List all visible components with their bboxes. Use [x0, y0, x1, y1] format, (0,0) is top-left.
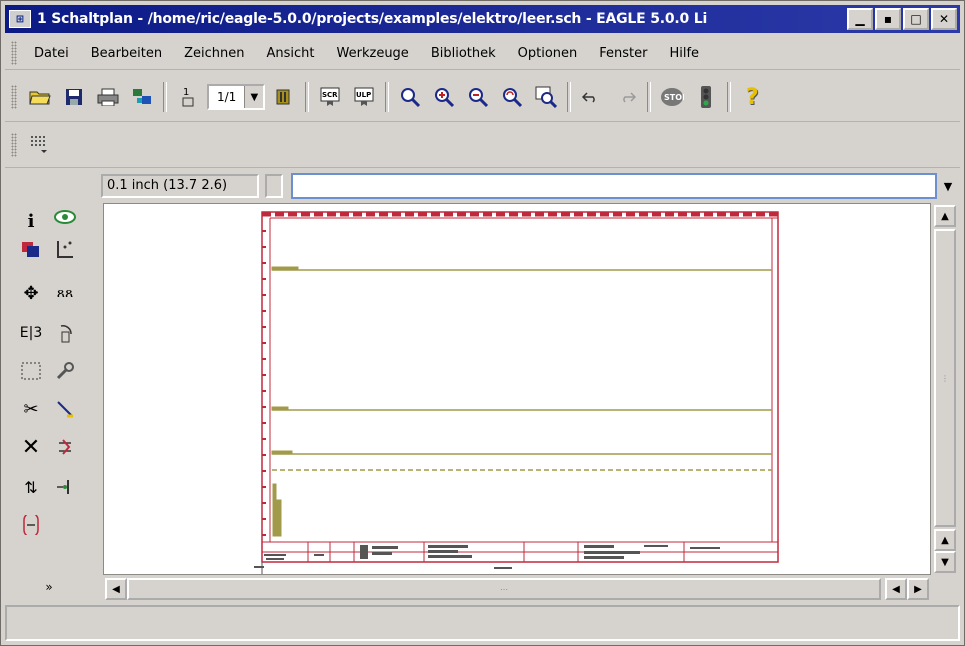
menu-bar: Datei Bearbeiten Zeichnen Ansicht Werkze…	[5, 37, 960, 70]
svg-text:STOP: STOP	[664, 93, 684, 102]
command-history-button[interactable]	[265, 174, 283, 198]
add-icon[interactable]	[51, 433, 79, 461]
window-title: 1 Schaltplan - /home/ric/eagle-5.0.0/pro…	[37, 11, 708, 27]
go-icon[interactable]	[691, 82, 721, 112]
main-toolbar: 1 1/1 ▼ SCR ULP STO ?	[5, 73, 960, 122]
menu-fenster[interactable]: Fenster	[588, 46, 658, 61]
scroll-left-icon[interactable]: ◀	[105, 578, 127, 600]
ulp-icon[interactable]: ULP	[349, 82, 379, 112]
menu-bearbeiten[interactable]: Bearbeiten	[80, 46, 173, 61]
menu-zeichnen[interactable]: Zeichnen	[173, 46, 255, 61]
toolbar-grip[interactable]	[11, 85, 17, 109]
title-block-text	[254, 545, 720, 574]
command-toolbar: i ✥ ጸጸ E|3 ✂ ✕ ⇅ »	[5, 201, 101, 601]
rotate-icon[interactable]	[51, 319, 79, 347]
menu-hilfe[interactable]: Hilfe	[658, 46, 710, 61]
paste-icon[interactable]	[51, 395, 79, 423]
sheet-select-value: 1/1	[217, 90, 237, 104]
group-icon[interactable]	[17, 357, 45, 385]
separator	[567, 82, 572, 112]
zoom-select-icon[interactable]	[531, 82, 561, 112]
toolbar-grip[interactable]	[11, 133, 17, 157]
eagle-window: ⊞ 1 Schaltplan - /home/ric/eagle-5.0.0/p…	[0, 0, 965, 646]
schematic-drawing	[254, 211, 779, 574]
zoom-out-icon[interactable]	[463, 82, 493, 112]
scroll-down-icon[interactable]: ▼	[934, 551, 956, 573]
coordinate-display: 0.1 inch (13.7 2.6)	[101, 174, 259, 198]
command-input[interactable]	[291, 173, 937, 199]
net-lines	[271, 266, 772, 537]
schematic-canvas[interactable]	[103, 203, 931, 575]
scroll-left-icon[interactable]: ◀	[885, 578, 907, 600]
sheet-select[interactable]: 1/1 ▼	[207, 84, 266, 110]
scrollbar-thumb[interactable]: ⋯	[127, 578, 881, 600]
parameter-toolbar	[5, 123, 960, 168]
stop-icon[interactable]: STOP	[657, 82, 687, 112]
restore-button[interactable]: ▪	[875, 8, 901, 30]
toolbar-grip[interactable]	[11, 41, 17, 65]
frame-border	[261, 211, 779, 563]
sheet-icon[interactable]: 1	[173, 82, 203, 112]
separator	[385, 82, 390, 112]
mark-icon[interactable]	[51, 235, 79, 263]
zoom-fit-icon[interactable]	[395, 82, 425, 112]
horizontal-scrollbar[interactable]: ◀ ⋯ ◀ ▶	[103, 577, 931, 601]
help-icon[interactable]: ?	[737, 82, 767, 112]
separator	[305, 82, 310, 112]
scrollbar-thumb[interactable]: ⋮	[934, 229, 956, 527]
mirror-icon[interactable]: E|3	[17, 319, 45, 347]
scroll-up-icon[interactable]: ▲	[934, 529, 956, 551]
menu-datei[interactable]: Datei	[23, 46, 80, 61]
separator	[163, 82, 167, 112]
open-folder-icon[interactable]	[25, 82, 55, 112]
print-icon[interactable]	[93, 82, 123, 112]
chevron-down-icon[interactable]: ▼	[244, 86, 264, 108]
delete-icon[interactable]: ✕	[17, 433, 45, 461]
redo-icon[interactable]	[611, 82, 641, 112]
change-icon[interactable]	[51, 357, 79, 385]
svg-text:ULP: ULP	[356, 91, 371, 99]
menu-werkzeuge[interactable]: Werkzeuge	[326, 46, 420, 61]
zoom-redraw-icon[interactable]	[497, 82, 527, 112]
move-icon[interactable]: ✥	[17, 279, 45, 307]
replace-icon[interactable]	[51, 473, 79, 501]
info-icon[interactable]: i	[17, 207, 45, 235]
display-layers-icon[interactable]	[17, 235, 45, 263]
undo-icon[interactable]	[577, 82, 607, 112]
vertical-scrollbar[interactable]: ▲ ⋮ ▲ ▼	[933, 203, 957, 575]
cam-icon[interactable]	[127, 82, 157, 112]
title-block	[261, 541, 779, 563]
script-icon[interactable]: SCR	[315, 82, 345, 112]
menu-optionen[interactable]: Optionen	[507, 46, 589, 61]
menu-bibliothek[interactable]: Bibliothek	[420, 46, 507, 61]
minimize-button[interactable]: ▁	[847, 8, 873, 30]
chevron-down-icon[interactable]: ▼	[937, 173, 959, 199]
save-icon[interactable]	[59, 82, 89, 112]
separator	[647, 82, 652, 112]
cut-icon[interactable]: ✂	[17, 395, 45, 423]
zoom-in-icon[interactable]	[429, 82, 459, 112]
svg-text:SCR: SCR	[322, 91, 338, 99]
more-tools-icon[interactable]: »	[35, 573, 63, 601]
close-button[interactable]: ✕	[931, 8, 957, 30]
show-icon[interactable]	[51, 203, 79, 231]
title-bar[interactable]: ⊞ 1 Schaltplan - /home/ric/eagle-5.0.0/p…	[5, 5, 960, 33]
maximize-button[interactable]: □	[903, 8, 929, 30]
status-bar	[5, 605, 960, 641]
separator	[727, 82, 732, 112]
svg-text:1: 1	[183, 87, 189, 98]
pinswap-icon[interactable]: ⇅	[17, 473, 45, 501]
scroll-up-icon[interactable]: ▲	[934, 205, 956, 227]
scroll-right-icon[interactable]: ▶	[907, 578, 929, 600]
board-icon[interactable]	[269, 82, 299, 112]
gateswap-icon[interactable]	[17, 511, 45, 539]
command-row: 0.1 inch (13.7 2.6) ▼	[5, 171, 960, 201]
app-icon[interactable]: ⊞	[9, 10, 31, 28]
menu-ansicht[interactable]: Ansicht	[256, 46, 326, 61]
grid-settings-icon[interactable]	[25, 130, 55, 160]
copy-icon[interactable]: ጸጸ	[51, 279, 79, 307]
